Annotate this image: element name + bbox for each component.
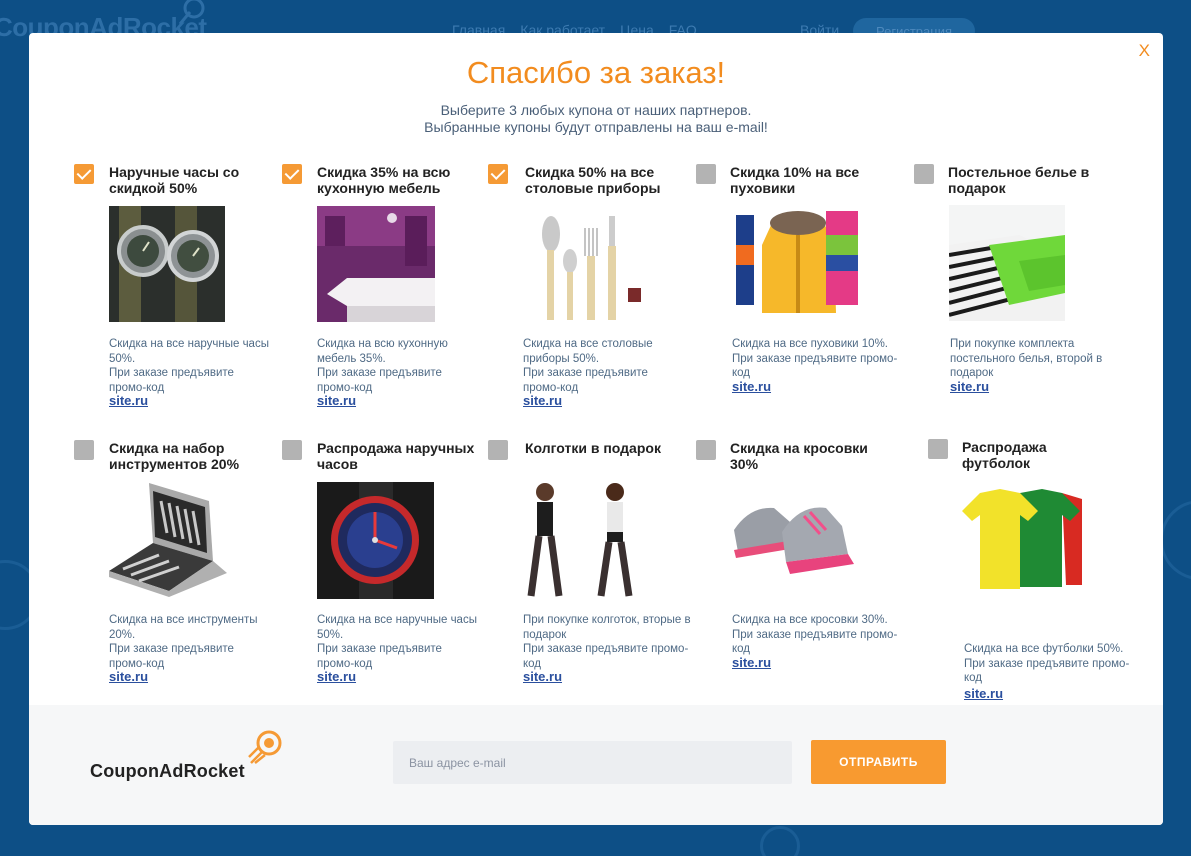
bedding-photo [949, 205, 1065, 321]
coupon-description: Скидка на все столовые приборы 50%. При … [523, 338, 653, 394]
coupon-card: Скидка 35% на всю кухонную мебель Скидка… [282, 164, 482, 414]
coupon-title: Скидка 10% на все пуховики [730, 164, 860, 196]
wristwatch-photo [317, 482, 434, 599]
coupon-card: Наручные часы со скидкой 50% Скидка на в… [74, 164, 274, 414]
coupon-card: Скидка 10% на все пуховики Скидка на все… [696, 164, 897, 400]
coupon-description: При покупке колготок, вторые в подарок П… [523, 614, 691, 670]
subtitle-line: Выберите 3 любых купона от наших партнер… [440, 102, 752, 118]
coupon-checkbox[interactable] [282, 164, 302, 184]
background-decoration [1160, 500, 1191, 580]
coupon-description: Скидка на все кросовки 30%. При заказе п… [732, 614, 898, 655]
coupon-link[interactable]: site.ru [109, 669, 148, 684]
coupon-description: Скидка на все футболки 50%. При заказе п… [964, 643, 1130, 684]
coupon-checkbox[interactable] [74, 440, 94, 460]
coupon-card: Колготки в подарок При покупке колготок,… [488, 440, 691, 690]
coupon-card: Скидка на кросовки 30% Скидка на все кро… [696, 440, 897, 676]
coupon-description: Скидка на всю кухонную мебель 35%. При з… [317, 338, 448, 394]
coupon-checkbox[interactable] [696, 440, 716, 460]
coupon-link[interactable]: site.ru [109, 393, 148, 408]
submit-button[interactable]: ОТПРАВИТЬ [811, 740, 946, 784]
coupon-link[interactable]: site.ru [317, 393, 356, 408]
footer-logo: CouponAdRocket [90, 761, 245, 781]
rocket-icon [178, 0, 205, 25]
coupon-link[interactable]: site.ru [964, 686, 1003, 701]
coupon-checkbox[interactable] [488, 164, 508, 184]
modal-title: Спасибо за заказ! [466, 55, 726, 90]
coupon-description: Скидка на все наручные часы 50%. При зак… [317, 614, 477, 670]
coupon-title: Скидка 50% на все столовые приборы [525, 164, 661, 196]
coupon-title: Колготки в подарок [525, 440, 661, 456]
coupon-link[interactable]: site.ru [950, 379, 989, 394]
coupon-title: Скидка 35% на всю кухонную мебель [317, 164, 451, 196]
modal-footer: CouponAdRocket ОТПРАВИТЬ [29, 705, 1163, 825]
coupon-link[interactable]: site.ru [732, 379, 771, 394]
toolbox-photo [109, 481, 227, 599]
coupon-title: Скидка на кросовки 30% [730, 440, 868, 472]
background-decoration [760, 826, 800, 856]
coupon-card: Постельное белье в подарок При покупке к… [914, 164, 1114, 400]
coupon-card: Распродажа футболок Скидка на все футбол… [928, 439, 1129, 701]
email-input[interactable] [393, 741, 792, 784]
tshirts-photo [962, 489, 1082, 591]
coupon-checkbox[interactable] [928, 439, 948, 459]
modal-subtitle: Выберите 3 любых купона от наших партнер… [29, 102, 1163, 136]
coupon-card: Скидка 50% на все столовые приборы Скидк… [488, 164, 688, 414]
coupon-description: Скидка на все наручные часы 50%. При зак… [109, 338, 269, 394]
coupon-card: Распродажа наручных часов Скидка на все … [282, 440, 482, 690]
coupon-description: Скидка на все пуховики 10%. При заказе п… [732, 338, 898, 379]
coupon-card: Скидка на набор инструментов 20% Скидка … [74, 440, 274, 690]
coupon-link[interactable]: site.ru [523, 393, 562, 408]
coupon-link[interactable]: site.ru [317, 669, 356, 684]
coupon-title: Скидка на набор инструментов 20% [109, 440, 240, 472]
coupon-checkbox[interactable] [696, 164, 716, 184]
cutlery-photo [523, 206, 641, 322]
subtitle-line: Выбранные купоны будут отправлены на ваш… [424, 119, 768, 135]
coupon-title: Постельное белье в подарок [948, 164, 1090, 196]
coupon-title: Наручные часы со скидкой 50% [109, 164, 240, 196]
coupon-link[interactable]: site.ru [523, 669, 562, 684]
kitchen-photo [317, 206, 435, 322]
coupon-description: При покупке комплекта постельного белья,… [950, 338, 1103, 379]
coupon-link[interactable]: site.ru [732, 655, 771, 670]
coupon-description: Скидка на все инструменты 20%. При заказ… [109, 614, 258, 670]
sneakers-photo [730, 482, 858, 586]
coupon-title: Распродажа наручных часов [317, 440, 475, 472]
coupon-title: Распродажа футболок [962, 439, 1047, 471]
jackets-photo [734, 205, 862, 317]
watches-photo [109, 206, 225, 322]
coupon-checkbox[interactable] [488, 440, 508, 460]
tights-photo [523, 480, 643, 600]
coupon-checkbox[interactable] [74, 164, 94, 184]
order-confirmation-modal: X Спасибо за заказ! Выберите 3 любых куп… [29, 33, 1163, 825]
coupon-checkbox[interactable] [282, 440, 302, 460]
coupon-checkbox[interactable] [914, 164, 934, 184]
rocket-icon [248, 730, 282, 764]
